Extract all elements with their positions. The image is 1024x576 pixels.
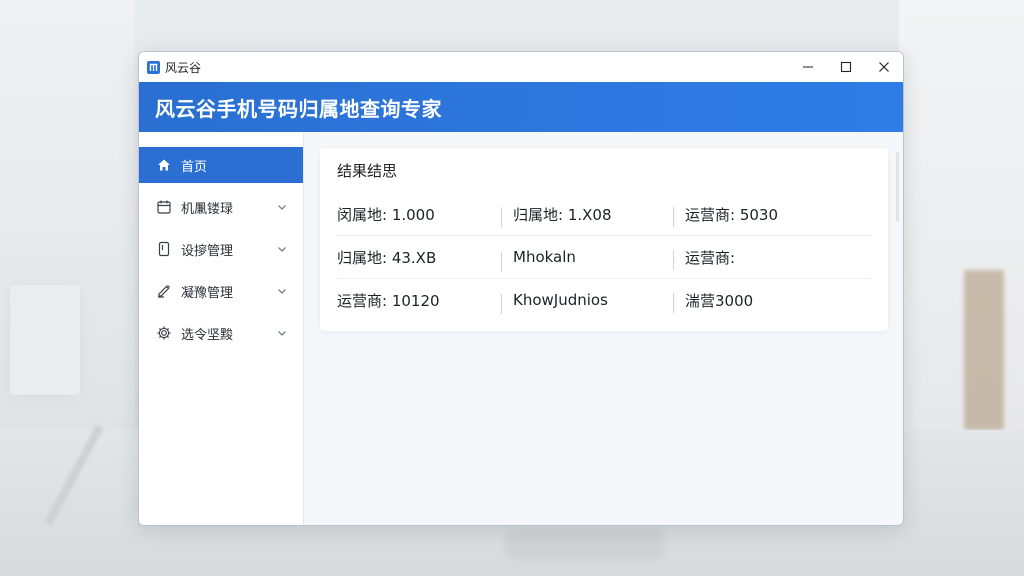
close-icon bbox=[879, 62, 889, 72]
table-row: 闵属地: 1.000 归属地: 1.X08 运营商: 5030 bbox=[337, 193, 871, 236]
result-cell-text: 归属地: 1.X08 bbox=[513, 205, 612, 224]
chevron-down-icon bbox=[278, 205, 286, 210]
background-box bbox=[10, 285, 80, 395]
close-button[interactable] bbox=[865, 52, 903, 82]
result-title: 结果结思 bbox=[337, 162, 398, 180]
maximize-icon bbox=[840, 61, 852, 73]
result-cell: 湍营3000 bbox=[673, 290, 871, 313]
column-divider bbox=[673, 292, 674, 313]
sidebar-item-home[interactable]: 首页 bbox=[139, 147, 303, 183]
sidebar-item-1[interactable]: 机凲镂琭 bbox=[139, 189, 303, 225]
sidebar-item-label: 选令坚黢 bbox=[181, 327, 234, 343]
banner-title: 风云谷手机号码归属地查询专家 bbox=[155, 96, 442, 121]
column-divider bbox=[501, 294, 502, 314]
minimize-icon bbox=[803, 66, 813, 68]
result-grid: 闵属地: 1.000 归属地: 1.X08 运营商: 5030 归属地: 43.… bbox=[337, 193, 871, 321]
app-banner: 风云谷手机号码归属地查询专家 bbox=[139, 82, 903, 132]
result-cell: 运营商: 10120 bbox=[337, 291, 440, 310]
chevron-down-icon bbox=[278, 331, 286, 336]
sidebar-item-2[interactable]: 设摉管理 bbox=[139, 231, 303, 267]
background-monitor-base bbox=[505, 530, 665, 560]
table-row: 运营商: 10120 KhowJudnios 湍营3000 bbox=[337, 279, 871, 321]
column-divider bbox=[501, 251, 502, 271]
result-card: 结果结思 闵属地: 1.000 归属地: 1.X08 运营商: 5030 归属地… bbox=[320, 148, 888, 331]
background-stand bbox=[964, 270, 1004, 430]
minimize-button[interactable] bbox=[789, 52, 827, 82]
device-icon bbox=[156, 241, 172, 257]
sidebar-item-4[interactable]: 选令坚黢 bbox=[139, 315, 303, 351]
sidebar-item-label: 设摉管理 bbox=[181, 243, 234, 259]
home-icon bbox=[156, 157, 172, 173]
column-divider bbox=[501, 206, 502, 227]
maximize-button[interactable] bbox=[827, 52, 865, 82]
table-row: 归属地: 43.XB Mhokaln 运营商: bbox=[337, 236, 871, 279]
result-cell-text: Mhokaln bbox=[513, 248, 576, 266]
result-cell: 运营商: 5030 bbox=[673, 204, 871, 227]
sidebar-item-3[interactable]: 凝豫管理 bbox=[139, 273, 303, 309]
result-cell: 归属地: 43.XB bbox=[337, 248, 437, 267]
content-area: 结果结思 闵属地: 1.000 归属地: 1.X08 运营商: 5030 归属地… bbox=[304, 132, 903, 525]
chevron-down-icon bbox=[278, 247, 286, 252]
calendar-icon bbox=[156, 199, 172, 215]
chevron-down-icon bbox=[278, 289, 286, 294]
result-cell: 归属地: 1.X08 bbox=[501, 204, 685, 227]
sidebar-item-label: 机凲镂琭 bbox=[181, 201, 234, 217]
result-cell: Mhokaln bbox=[501, 248, 685, 271]
result-cell-text: 湍营3000 bbox=[685, 291, 754, 310]
sidebar-item-label: 凝豫管理 bbox=[181, 285, 234, 301]
title-bar[interactable]: 风云谷 bbox=[139, 52, 903, 82]
result-cell-text: 运营商: bbox=[685, 248, 736, 267]
edit-icon bbox=[156, 283, 172, 299]
main-body: 首页 机凲镂琭 设摉管理 凝豫管理 选令坚黢 结果结思 闵属地: 1.000 归… bbox=[139, 132, 903, 525]
column-divider bbox=[673, 206, 674, 227]
app-logo-icon bbox=[147, 60, 160, 74]
sidebar-item-label: 首页 bbox=[181, 159, 208, 175]
app-title: 风云谷 bbox=[165, 60, 202, 75]
app-window: 风云谷 风云谷手机号码归属地查询专家 首页 机凲镂琭 设摉管理 凝豫管理 选令坚… bbox=[138, 51, 904, 526]
background-window bbox=[899, 0, 1024, 430]
result-cell-text: 运营商: 5030 bbox=[685, 205, 778, 224]
column-divider bbox=[673, 249, 674, 270]
gear-icon bbox=[156, 325, 172, 341]
sidebar: 首页 机凲镂琭 设摉管理 凝豫管理 选令坚黢 bbox=[139, 132, 304, 525]
vertical-scrollbar[interactable] bbox=[896, 152, 899, 222]
window-controls bbox=[789, 52, 903, 82]
result-cell-text: KhowJudnios bbox=[513, 291, 608, 309]
result-cell: KhowJudnios bbox=[501, 291, 685, 314]
result-cell: 闵属地: 1.000 bbox=[337, 205, 435, 224]
result-cell: 运营商: bbox=[673, 247, 871, 270]
